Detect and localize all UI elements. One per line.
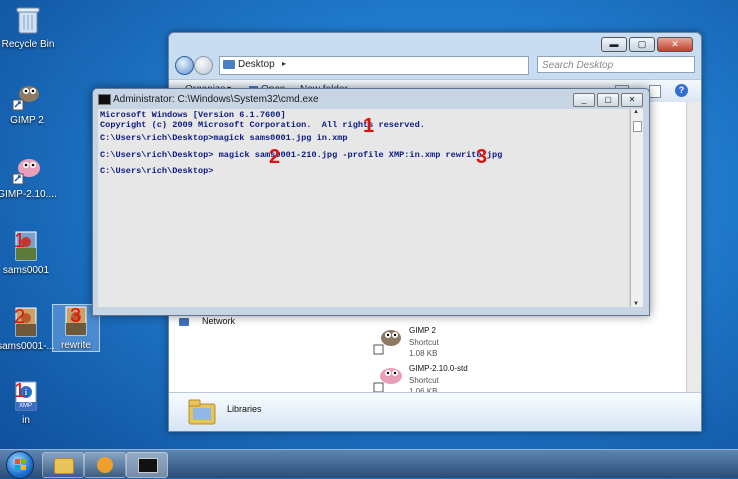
taskbar-cmd-button[interactable] [126,452,168,478]
image-file-icon: 3 [60,305,92,337]
gimp2-shortcut-icon[interactable]: GIMP 2 [0,80,60,126]
scroll-thumb[interactable] [633,121,642,132]
forward-button[interactable] [194,56,213,75]
address-text: Desktop [238,59,275,70]
explorer-window-controls: ▬ ▢ ✕ [601,37,693,52]
taskbar [0,449,738,479]
console-output[interactable]: Microsoft Windows [Version 6.1.7600] Cop… [98,109,629,307]
address-row: Desktop ▸ Search Desktop [175,55,695,75]
xmp-badge: XMP [19,403,33,409]
file-type: Shortcut [409,376,439,385]
xmp-file-icon: i 1 XMP [10,380,42,412]
annotation-number: 1 [14,230,26,252]
start-button[interactable] [6,451,34,479]
scroll-up-icon[interactable]: ▲ [633,109,639,115]
address-bar[interactable]: Desktop ▸ [219,56,529,75]
annotation-number: 1 [363,115,375,137]
desktop-icon-label: sams0001 [2,265,50,276]
minimize-button[interactable]: _ [573,93,595,107]
desktop-icon-label: in [22,415,30,426]
nav-network[interactable]: Network [202,316,235,326]
annotation-number: 3 [70,305,82,327]
scroll-down-icon[interactable]: ▼ [633,301,639,307]
preview-pane-icon[interactable] [649,85,661,98]
libraries-folder-icon [188,399,216,425]
back-button[interactable] [175,56,194,75]
file-name: GIMP-2.10.0-std [409,364,468,373]
network-icon [179,318,189,326]
cmd-title: Administrator: C:\Windows\System32\cmd.e… [113,94,319,105]
gimp-icon [373,330,401,355]
console-line: C:\Users\rich\Desktop> [100,166,214,176]
annotation-number: 2 [14,306,26,328]
taskbar-explorer-button[interactable] [42,452,84,478]
explorer-scrollbar[interactable] [686,102,701,393]
maximize-button[interactable]: ▢ [597,93,619,107]
image-file-icon: 1 [10,230,42,262]
gimp-icon [11,80,43,112]
taskbar-media-player-button[interactable] [84,452,126,478]
windows-logo-icon [15,459,26,470]
file-name: GIMP 2 [409,326,436,335]
sams0001-210-file-icon[interactable]: 2 sams0001-... [0,306,59,352]
console-line: C:\Users\rich\Desktop> magick sams0001-2… [100,150,503,160]
trash-can-icon [12,4,44,36]
cmd-scrollbar[interactable]: ▲ ▼ [630,109,643,307]
desktop-icon-label: sams0001-... [0,341,55,352]
desktop-icon-label: GIMP-2.10.... [0,189,57,200]
maximize-button[interactable]: ▢ [629,37,655,52]
cmd-icon [138,458,158,473]
console-line: C:\Users\rich\Desktop>magick sams0001.jp… [100,133,348,143]
file-size: 1.08 KB [409,349,438,358]
console-line: Copyright (c) 2009 Microsoft Corporation… [100,120,425,130]
cmd-window[interactable]: Administrator: C:\Windows\System32\cmd.e… [92,88,650,316]
chevron-right-icon[interactable]: ▸ [282,59,286,68]
gimp210-shortcut-icon[interactable]: GIMP-2.10.... [0,154,60,200]
cmd-window-controls: _ ▢ ✕ [573,93,643,107]
close-button[interactable]: ✕ [657,37,693,52]
in-xmp-file-icon[interactable]: i 1 XMP in [0,380,59,426]
desktop-icon-label: GIMP 2 [10,115,44,126]
gimp-icon [11,154,43,186]
annotation-number: 3 [476,146,488,168]
sams0001-file-icon[interactable]: 1 sams0001 [0,230,59,276]
annotation-number: 1 [14,380,26,402]
media-player-icon [97,457,113,473]
libraries-label: Libraries [227,404,262,414]
folder-icon [223,60,235,69]
image-file-icon: 2 [10,306,42,338]
minimize-button[interactable]: ▬ [601,37,627,52]
file-item-gimp2[interactable]: GIMP 2 Shortcut 1.08 KB [369,324,509,360]
cmd-icon [98,94,111,105]
file-type: Shortcut [409,338,439,347]
search-input[interactable]: Search Desktop [537,56,695,73]
details-pane: Libraries [169,392,701,431]
close-button[interactable]: ✕ [621,93,643,107]
folder-icon [54,458,74,474]
recycle-bin-icon[interactable]: Recycle Bin [0,4,61,50]
gimp-icon [373,368,402,393]
help-icon[interactable]: ? [675,84,688,97]
desktop-icon-label: Recycle Bin [1,39,55,50]
desktop-icon-label: rewrite [60,340,91,351]
annotation-number: 2 [269,146,281,168]
